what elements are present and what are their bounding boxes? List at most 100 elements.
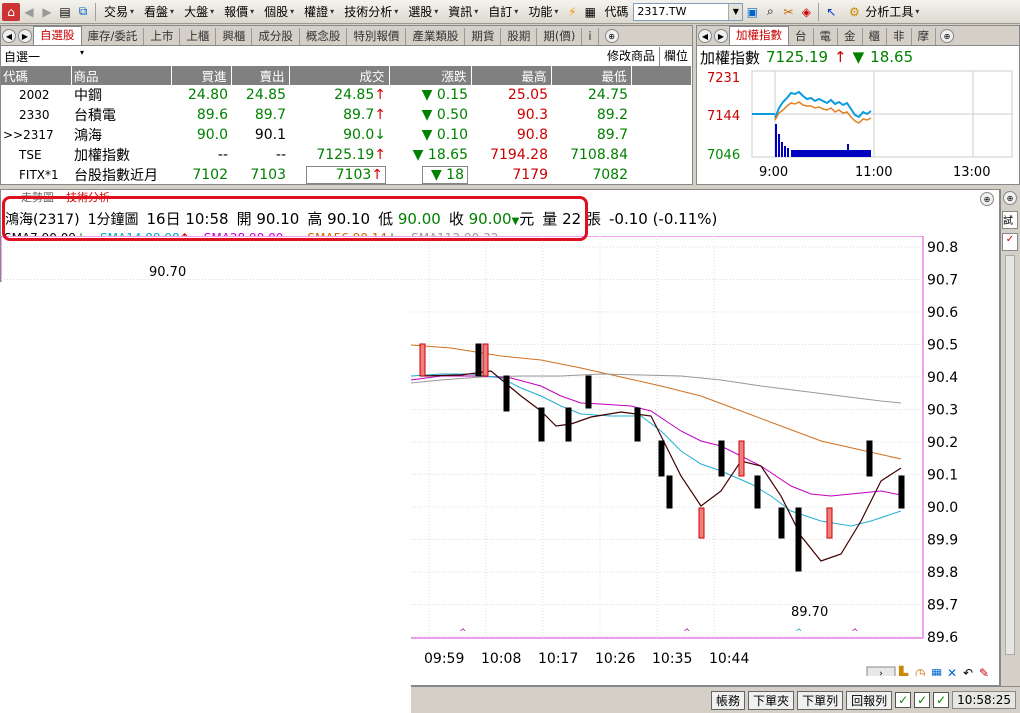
print-icon[interactable]: ▤ <box>56 3 74 21</box>
report-bar-button[interactable]: 回報列 <box>846 690 893 710</box>
tab-stock-futures[interactable]: 股期 <box>501 28 538 45</box>
edit-icon[interactable]: ✎ <box>979 666 989 676</box>
chart-tool-icon[interactable]: ▙ <box>898 665 909 676</box>
home-icon[interactable]: ⌂ <box>2 2 20 21</box>
col-bid[interactable]: 買進 <box>171 66 232 85</box>
edit-products-button[interactable]: 修改商品 <box>603 47 659 66</box>
check-icon[interactable]: ✓ <box>933 692 950 708</box>
cross-tool-icon[interactable]: ✕ <box>947 666 957 676</box>
tab-otc[interactable]: 櫃 <box>863 28 887 45</box>
account-button[interactable]: 帳務 <box>711 690 746 710</box>
zoom-in-icon[interactable]: ⊕ <box>604 29 619 43</box>
col-high[interactable]: 最高 <box>471 66 552 85</box>
tag-icon[interactable]: ◈ <box>797 3 815 21</box>
zoom-in-icon[interactable]: ⊕ <box>980 192 994 206</box>
columns-button[interactable]: 欄位 <box>658 46 692 66</box>
menu-stock[interactable]: 個股 ▾ <box>259 3 299 20</box>
tab-components[interactable]: 成分股 <box>252 28 300 45</box>
menu-custom[interactable]: 自訂 ▾ <box>483 3 523 20</box>
tab-inventory[interactable]: 庫存/委託 <box>82 28 145 45</box>
menu-market[interactable]: 大盤 ▾ <box>179 3 219 20</box>
table-row[interactable]: 2002 中鋼 24.80 24.85 24.85↑ ▼ 0.15 25.05 … <box>1 85 692 105</box>
tab-taiex[interactable]: 加權指數 <box>729 26 789 45</box>
tab-nonelec[interactable]: 非 <box>887 28 912 45</box>
cell-low: 89.7 <box>596 127 628 143</box>
group-select[interactable]: 自選一 ▾ <box>1 48 84 65</box>
tab-tai[interactable]: 台 <box>789 28 814 45</box>
check-icon[interactable]: ✓ <box>895 692 912 708</box>
tab-otc[interactable]: 上櫃 <box>180 28 217 45</box>
pointer-icon[interactable]: ↖ <box>822 3 840 21</box>
zoom-grid-icon[interactable]: ▣ <box>743 3 761 21</box>
search-icon[interactable]: ⌕ <box>761 3 779 21</box>
menu-tech[interactable]: 技術分析 ▾ <box>339 3 403 20</box>
tab-industry[interactable]: 產業類股 <box>406 28 466 45</box>
scroll-right-icon[interactable]: ▶ <box>714 29 728 43</box>
col-ask[interactable]: 賣出 <box>231 66 290 85</box>
menu-watch[interactable]: 看盤 ▾ <box>139 3 179 20</box>
lightning-icon[interactable]: ⚡ <box>563 3 581 21</box>
col-code[interactable]: 代碼 <box>1 66 72 85</box>
menu-screener[interactable]: 選股 ▾ <box>403 3 443 20</box>
right-scrollbar[interactable]: ⊕ 試 ✓ <box>1000 189 1020 686</box>
chevron-right-icon[interactable]: › <box>879 669 883 676</box>
forward-icon[interactable]: ▶ <box>38 3 56 21</box>
index-title: 加權指數 <box>700 48 761 67</box>
change-value: -0.10 <box>608 209 648 228</box>
col-change[interactable]: 漲跌 <box>389 66 472 85</box>
tab-listed[interactable]: 上市 <box>144 28 181 45</box>
side-tab-icon[interactable]: 試 <box>1002 211 1018 229</box>
tab-fin[interactable]: 金 <box>838 28 863 45</box>
candle <box>538 407 545 442</box>
x-tick-label: 09:59 <box>424 651 464 667</box>
chevron-down-icon[interactable]: ▼ <box>728 3 743 20</box>
tab-elec[interactable]: 電 <box>814 28 838 45</box>
cell-name: 鴻海 <box>74 128 102 144</box>
zoom-in-icon[interactable]: ⊕ <box>1003 191 1017 205</box>
tab-msci[interactable]: 摩 <box>912 28 936 45</box>
menu-trade[interactable]: 交易 ▾ <box>99 3 139 20</box>
zoom-in-icon[interactable]: ⊕ <box>940 29 954 43</box>
candle <box>795 507 802 572</box>
notepad-icon[interactable]: ▦ <box>581 3 599 21</box>
table-row[interactable]: 2330 台積電 89.6 89.7 89.7↑ ▼ 0.50 90.3 89.… <box>1 105 692 125</box>
undo-icon[interactable]: ↶ <box>963 666 973 676</box>
cell-code: FITX*1 <box>19 168 59 182</box>
check-icon[interactable]: ✓ <box>1002 233 1018 251</box>
table-row[interactable]: TSE 加權指數 -- -- 7125.19↑ ▼ 18.65 7194.28 … <box>1 145 692 165</box>
order-folder-button[interactable]: 下單夾 <box>748 690 795 710</box>
clock-icon[interactable]: ◷ <box>915 666 926 676</box>
table-row[interactable]: FITX*1 台股指數近月 7102 7103 7103↑ ▼ 18 7179 … <box>1 165 692 185</box>
tab-more[interactable]: i <box>582 28 599 45</box>
cell-code: >>2317 <box>3 128 54 142</box>
scroll-track[interactable] <box>1005 255 1015 655</box>
back-icon[interactable]: ◀ <box>20 3 38 21</box>
order-bar-button[interactable]: 下單列 <box>797 690 844 710</box>
analysis-tool-menu[interactable]: ⚙ 分析工具 ▾ <box>840 3 924 21</box>
check-icon[interactable]: ✓ <box>914 692 931 708</box>
popout-icon[interactable]: ⧉ <box>74 3 92 21</box>
chevron-down-icon: ▾ <box>514 7 519 16</box>
scroll-left-icon[interactable]: ◀ <box>698 29 712 43</box>
col-last[interactable]: 成交 <box>289 66 390 85</box>
scroll-left-icon[interactable]: ◀ <box>2 29 16 43</box>
menu-label: 大盤 <box>184 5 209 19</box>
menu-warrant[interactable]: 權證 ▾ <box>299 3 339 20</box>
tab-options[interactable]: 期(價) <box>537 28 583 45</box>
tab-emerging[interactable]: 興櫃 <box>216 28 253 45</box>
col-name[interactable]: 商品 <box>71 66 172 85</box>
tools-icon[interactable]: ✂ <box>779 3 797 21</box>
menu-quote[interactable]: 報價 ▾ <box>219 3 259 20</box>
col-low[interactable]: 最低 <box>551 66 632 85</box>
menu-function[interactable]: 功能 ▾ <box>523 3 563 20</box>
grid-tool-icon[interactable]: ▦ <box>931 666 942 676</box>
table-row[interactable]: >>2317 鴻海 90.0 90.1 90.0↓ ▼ 0.10 90.8 89… <box>1 125 692 145</box>
tab-futures[interactable]: 期貨 <box>465 28 502 45</box>
code-input[interactable]: 2317.TW ▼ <box>633 2 744 21</box>
tab-concept[interactable]: 概念股 <box>300 28 348 45</box>
tab-special[interactable]: 特別報價 <box>347 28 407 45</box>
scroll-right-icon[interactable]: ▶ <box>18 29 32 43</box>
last-value: 24.85 <box>334 87 375 103</box>
menu-info[interactable]: 資訊 ▾ <box>443 3 483 20</box>
tab-watchlist[interactable]: 自選股 <box>33 26 82 45</box>
